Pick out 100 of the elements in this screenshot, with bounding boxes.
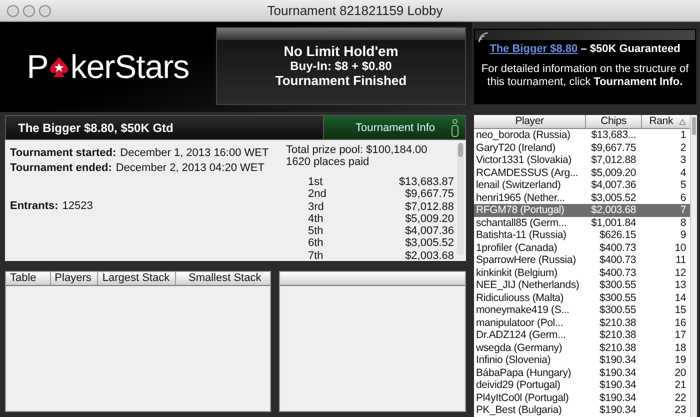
chip-count: $300.55 (598, 292, 637, 304)
tournament-status: Tournament Finished (275, 73, 407, 88)
tournament-info-button[interactable]: Tournament Info (323, 116, 465, 139)
player-row[interactable]: Victor1331 (Slovakia) $7,012.88 3 (474, 154, 690, 166)
player-row[interactable]: 1profiler (Canada) $400.73 10 (474, 242, 690, 254)
prize-place: 7th (308, 250, 324, 262)
prize-place: 6th (308, 237, 324, 250)
player-name: RFGM78 (Portugal) (475, 204, 566, 216)
column-header[interactable]: Players (50, 272, 98, 285)
prize-place: 5th (308, 225, 324, 238)
player-row[interactable]: Dr.ADZ124 (Germ... $210.38 17 (474, 329, 690, 342)
tournament-link[interactable]: The Bigger $8.80 (490, 43, 578, 55)
window-buttons-icon[interactable] (6, 4, 52, 18)
player-rank: 7 (679, 204, 687, 216)
prize-pool-text: Total prize pool: $100,184.00 (286, 144, 428, 156)
player-row[interactable]: Pl4yItCo0l (Portugal) $190.34 22 (474, 392, 690, 404)
player-name: henri1965 (Nether... (475, 192, 566, 204)
detail-label: Tournament started: (10, 146, 116, 158)
player-row[interactable]: lenail (Switzerland) $4,007.36 5 (474, 179, 690, 192)
player-rank: 23 (674, 404, 687, 416)
player-row[interactable]: kinkinkit (Belgium) $400.73 12 (474, 266, 690, 279)
player-name: RCAMDESSUS (Arg... (475, 166, 579, 179)
chip-count: $190.34 (598, 366, 637, 379)
detail-value: 12523 (62, 200, 93, 212)
prize-amount: $2,003.68 (404, 250, 454, 262)
chip-count: $400.73 (598, 254, 637, 266)
column-header[interactable]: Smallest Stack (176, 272, 270, 285)
player-row[interactable]: RFGM78 (Portugal) $2,003.68 7 (474, 204, 690, 216)
column-header[interactable]: Chips (586, 115, 642, 128)
player-rank: 20 (674, 366, 687, 379)
player-name: schantall85 (Germ... (475, 216, 568, 229)
player-row[interactable]: schantall85 (Germ... $1,001.84 8 (474, 216, 690, 229)
player-row[interactable]: wsegda (Germany) $210.38 18 (474, 342, 690, 354)
player-name: Dr.ADZ124 (Germ... (475, 329, 567, 342)
chip-count: $626.15 (598, 229, 637, 242)
player-rank: 13 (674, 279, 687, 292)
player-rank: 8 (679, 216, 687, 229)
player-rank: 10 (674, 242, 687, 254)
prize-place: 2nd (308, 188, 328, 201)
player-rank: 1 (679, 129, 687, 142)
player-row[interactable]: GaryT20 (Ireland) $9,667.75 2 (474, 142, 690, 154)
player-name: Pl4yItCo0l (Portugal) (475, 392, 570, 404)
column-header[interactable]: Rank (642, 115, 690, 128)
player-name: lenail (Switzerland) (475, 179, 562, 192)
player-row[interactable]: Batishta-11 (Russia) $626.15 9 (474, 229, 690, 242)
detail-label: Entrants: (10, 200, 58, 212)
player-name: Infinio (Slovenia) (475, 354, 552, 366)
chip-count: $1,001.84 (590, 216, 637, 229)
chip-count: $190.34 (598, 354, 637, 366)
player-rank: 21 (674, 379, 687, 392)
column-header[interactable]: Player (474, 115, 586, 128)
chip-count: $3,005.52 (590, 192, 637, 204)
player-row[interactable]: NEE_JIJ (Netherlands) $300.55 13 (474, 279, 690, 292)
player-row[interactable]: Ridiculiouss (Malta) $300.55 14 (474, 292, 690, 304)
player-row[interactable]: deivid29 (Portugal) $190.34 21 (474, 379, 690, 392)
detail-value: December 2, 2013 04:20 WET (116, 162, 264, 174)
player-rank: 4 (679, 166, 687, 179)
player-row[interactable]: PK_Best (Bulgaria) $190.34 23 (474, 404, 690, 416)
prize-place: 3rd (308, 200, 325, 213)
player-rank: 14 (674, 292, 687, 304)
player-row[interactable]: BábaPapa (Hungary) $190.34 20 (474, 366, 690, 379)
player-name: 1profiler (Canada) (475, 242, 558, 254)
tournament-name: The Bigger $8.80, $50K Gtd (18, 120, 174, 134)
player-row[interactable]: moneymake419 (S... $300.55 15 (474, 304, 690, 316)
player-name: BábaPapa (Hungary) (475, 366, 572, 379)
signal-icon (478, 32, 490, 43)
chip-count: $400.73 (598, 266, 637, 279)
player-rank: 3 (679, 154, 687, 166)
logo-text: kerStars (70, 48, 190, 86)
spade-icon (49, 56, 70, 78)
chip-count: $9,667.75 (590, 142, 637, 154)
player-name: SparrowHere (Russia) (475, 254, 577, 266)
player-rank: 17 (674, 329, 687, 342)
column-header[interactable]: Table (6, 272, 51, 285)
player-rank: 16 (674, 316, 687, 329)
prize-place: 1st (308, 176, 324, 188)
chip-count: $210.38 (598, 342, 637, 354)
prize-amount: $5,009.20 (404, 212, 454, 226)
chip-count: $210.38 (598, 316, 637, 329)
player-rank: 19 (674, 354, 687, 366)
player-row[interactable]: manipulatoor (Pol... $210.38 16 (474, 316, 690, 329)
chip-count: $5,009.20 (590, 166, 637, 179)
player-name: Batishta-11 (Russia) (475, 229, 568, 242)
column-header[interactable]: Largest Stack (98, 272, 176, 285)
player-name: deivid29 (Portugal) (475, 379, 562, 392)
player-rank: 18 (674, 342, 687, 354)
player-row[interactable]: henri1965 (Nether... $3,005.52 6 (474, 192, 690, 204)
player-row[interactable]: RCAMDESSUS (Arg... $5,009.20 4 (474, 166, 690, 179)
player-row[interactable]: Infinio (Slovenia) $190.34 19 (474, 354, 690, 366)
player-row[interactable]: SparrowHere (Russia) $400.73 11 (474, 254, 690, 266)
player-row[interactable]: neo_boroda (Russia) $13,683... 1 (474, 129, 690, 142)
chip-count: $7,012.88 (590, 154, 637, 166)
player-name: moneymake419 (S... (475, 304, 570, 316)
player-rank: 2 (679, 142, 687, 154)
chip-count: $13,683... (590, 129, 637, 142)
prize-place: 4th (308, 212, 324, 226)
chip-count: $400.73 (598, 242, 637, 254)
chip-count: $190.34 (598, 404, 637, 416)
prize-amount: $13,683.87 (398, 176, 454, 188)
buy-in-text: Buy-In: $8 + $0.80 (290, 59, 392, 73)
